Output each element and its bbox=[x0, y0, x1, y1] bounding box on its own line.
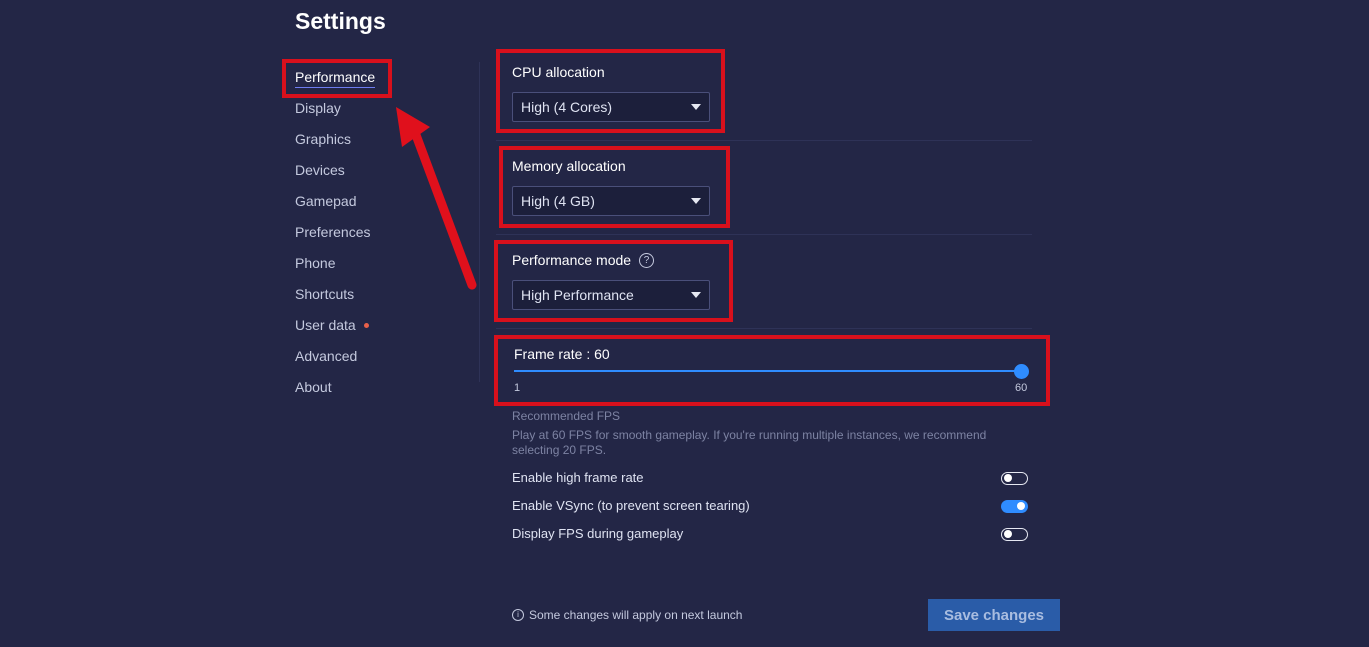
frame-rate-slider-track[interactable] bbox=[514, 370, 1022, 372]
question-circle-icon[interactable]: ? bbox=[639, 252, 655, 268]
frame-rate-label: Frame rate : 60 bbox=[514, 346, 610, 362]
sidebar-item-preferences[interactable]: Preferences bbox=[295, 224, 370, 240]
vsync-label: Enable VSync (to prevent screen tearing) bbox=[512, 498, 750, 513]
cpu-allocation-label: CPU allocation bbox=[512, 64, 605, 80]
sidebar-item-phone[interactable]: Phone bbox=[295, 255, 335, 271]
performance-mode-select[interactable]: High Performance bbox=[512, 280, 710, 310]
sidebar-item-devices[interactable]: Devices bbox=[295, 162, 345, 178]
sidebar-item-graphics[interactable]: Graphics bbox=[295, 131, 351, 147]
sidebar-item-label: Advanced bbox=[295, 348, 358, 364]
recommended-fps-heading: Recommended FPS bbox=[512, 409, 621, 423]
sidebar-item-label: Gamepad bbox=[295, 193, 357, 209]
section-divider bbox=[496, 140, 1032, 141]
caret-down-icon bbox=[691, 292, 701, 298]
sidebar-item-label: Display bbox=[295, 100, 341, 116]
toggle-knob bbox=[1004, 474, 1012, 482]
sidebar-item-label: Performance bbox=[295, 69, 376, 88]
high-frame-rate-toggle[interactable] bbox=[1001, 472, 1028, 485]
red-arrow-annotation bbox=[396, 107, 477, 290]
page-title: Settings bbox=[295, 8, 386, 34]
sidebar-item-label: User data bbox=[295, 317, 356, 333]
sidebar-item-shortcuts[interactable]: Shortcuts bbox=[295, 286, 354, 302]
memory-allocation-value: High (4 GB) bbox=[521, 193, 595, 209]
frame-rate-slider-thumb[interactable] bbox=[1014, 364, 1029, 379]
save-changes-button[interactable]: Save changes bbox=[928, 599, 1060, 631]
caret-down-icon bbox=[691, 104, 701, 110]
info-icon: i bbox=[512, 609, 524, 621]
vsync-toggle[interactable] bbox=[1001, 500, 1028, 513]
performance-mode-value: High Performance bbox=[521, 287, 634, 303]
frame-rate-min-label: 1 bbox=[514, 382, 521, 394]
display-fps-toggle[interactable] bbox=[1001, 528, 1028, 541]
display-fps-label: Display FPS during gameplay bbox=[512, 526, 684, 541]
sidebar-item-gamepad[interactable]: Gamepad bbox=[295, 193, 356, 209]
sidebar-item-display[interactable]: Display bbox=[295, 100, 341, 116]
sidebar-item-label: Preferences bbox=[295, 224, 371, 240]
notification-dot bbox=[363, 322, 369, 328]
caret-down-icon bbox=[691, 198, 701, 204]
restart-note-text: Some changes will apply on next launch bbox=[529, 608, 743, 622]
restart-note: i Some changes will apply on next launch bbox=[512, 608, 742, 622]
sidebar-item-label: About bbox=[295, 379, 332, 395]
sidebar-item-user-data[interactable]: User data bbox=[295, 317, 369, 333]
performance-mode-label: Performance mode? bbox=[512, 252, 655, 269]
section-divider bbox=[496, 234, 1032, 235]
recommended-fps-text: Play at 60 FPS for smooth gameplay. If y… bbox=[512, 428, 987, 457]
sidebar-item-label: Phone bbox=[295, 255, 336, 271]
toggle-knob bbox=[1004, 530, 1012, 538]
sidebar-item-label: Devices bbox=[295, 162, 345, 178]
performance-mode-label-text: Performance mode bbox=[512, 252, 632, 268]
sidebar-item-advanced[interactable]: Advanced bbox=[295, 348, 357, 364]
toggle-knob bbox=[1017, 502, 1025, 510]
memory-allocation-select[interactable]: High (4 GB) bbox=[512, 186, 710, 216]
sidebar-divider bbox=[479, 62, 480, 382]
frame-rate-max-label: 60 bbox=[1015, 382, 1028, 394]
sidebar-item-label: Graphics bbox=[295, 131, 352, 147]
cpu-allocation-select[interactable]: High (4 Cores) bbox=[512, 92, 710, 122]
section-divider bbox=[496, 328, 1032, 329]
sidebar-item-label: Shortcuts bbox=[295, 286, 355, 302]
high-frame-rate-label: Enable high frame rate bbox=[512, 470, 644, 485]
sidebar-item-about[interactable]: About bbox=[295, 379, 332, 395]
cpu-allocation-value: High (4 Cores) bbox=[521, 99, 613, 115]
memory-allocation-label: Memory allocation bbox=[512, 158, 626, 174]
sidebar-item-performance[interactable]: Performance bbox=[295, 69, 376, 88]
